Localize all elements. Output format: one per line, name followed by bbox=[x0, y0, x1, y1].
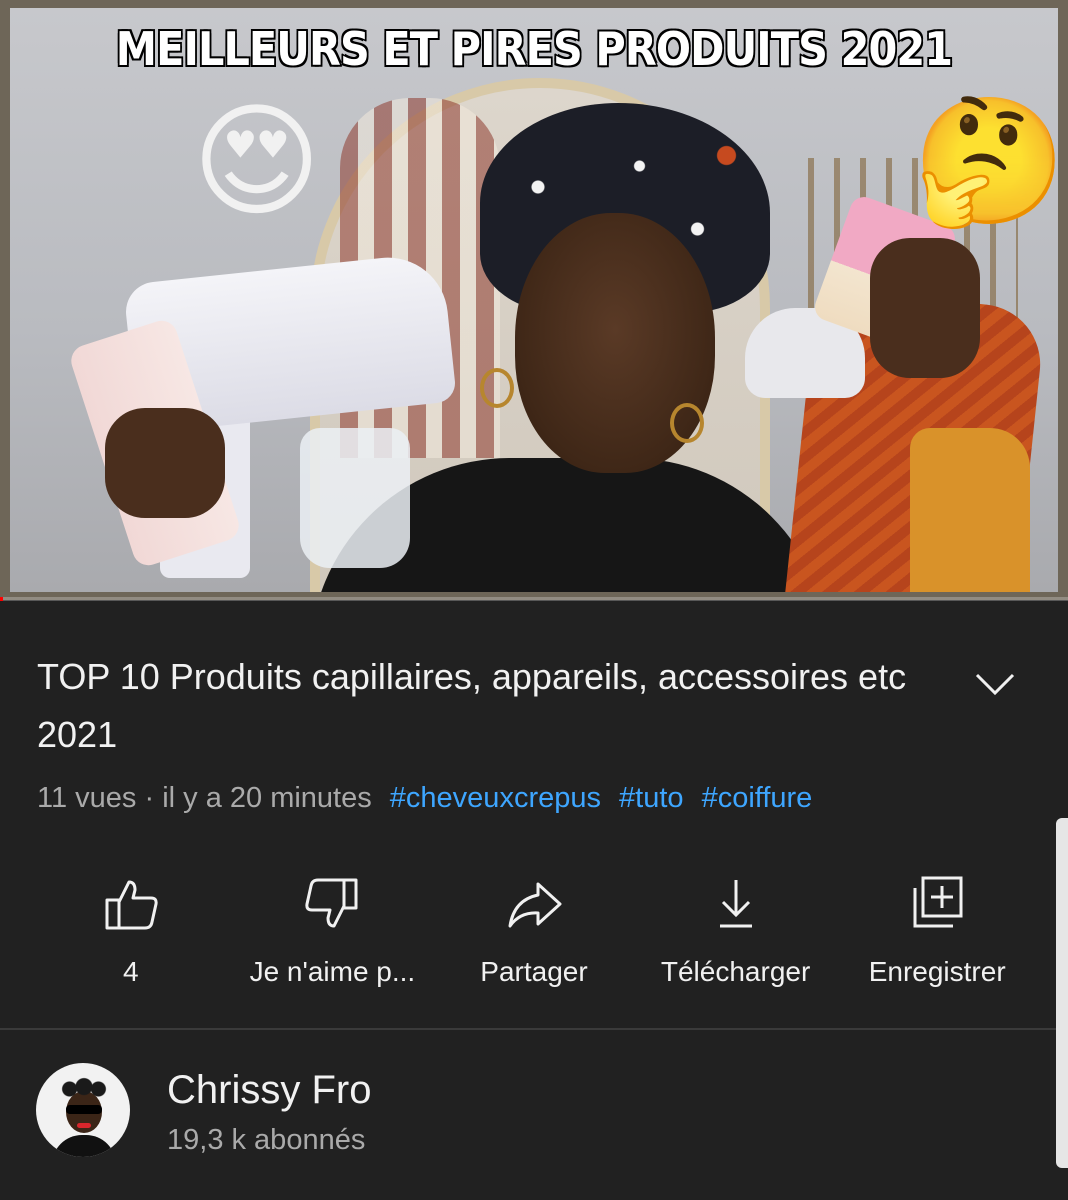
like-button[interactable]: 4 bbox=[30, 872, 232, 1002]
subscriber-count: 19,3 k abonnés bbox=[167, 1124, 366, 1156]
hashtag-link[interactable]: #tuto bbox=[619, 782, 684, 814]
expand-description-button[interactable] bbox=[970, 668, 1020, 704]
save-label: Enregistrer bbox=[868, 956, 1006, 987]
thumbnail-banner-text: MEILLEURS ET PIRES PRODUITS 2021 bbox=[114, 21, 954, 78]
thinking-face-emoji-icon: 🤔 bbox=[912, 90, 1067, 234]
scrollbar[interactable] bbox=[1056, 818, 1068, 1168]
thumbs-down-icon bbox=[300, 872, 364, 936]
chevron-down-icon bbox=[973, 670, 1017, 703]
share-label: Partager bbox=[480, 956, 588, 987]
youtube-watch-page: MEILLEURS ET PIRES PRODUITS 2021 😍 🤔 TOP… bbox=[0, 0, 1068, 1200]
video-meta: 11 vues · il y a 20 minutes #cheveuxcrep… bbox=[37, 782, 812, 815]
download-button[interactable]: Télécharger bbox=[635, 872, 837, 1002]
thumbs-up-icon bbox=[99, 872, 163, 936]
dislike-label: Je n'aime p... bbox=[249, 956, 416, 987]
views-and-date: 11 vues · il y a 20 minutes bbox=[37, 782, 372, 814]
like-count: 4 bbox=[123, 956, 139, 987]
video-progress-bar[interactable] bbox=[0, 597, 1068, 601]
channel-name[interactable]: Chrissy Fro bbox=[167, 1068, 371, 1113]
download-icon bbox=[704, 872, 768, 936]
video-title[interactable]: TOP 10 Produits capillaires, appareils, … bbox=[37, 648, 937, 764]
dislike-button[interactable]: Je n'aime p... bbox=[232, 872, 434, 1002]
playlist-add-icon bbox=[905, 872, 969, 936]
video-thumbnail bbox=[10, 8, 1058, 592]
save-button[interactable]: Enregistrer bbox=[836, 872, 1038, 1002]
share-button[interactable]: Partager bbox=[433, 872, 635, 1002]
video-progress-fill bbox=[0, 597, 4, 601]
channel-avatar[interactable] bbox=[36, 1063, 130, 1157]
download-label: Télécharger bbox=[660, 956, 811, 987]
heart-eyes-emoji-icon: 😍 bbox=[192, 90, 322, 234]
share-icon bbox=[502, 872, 566, 936]
hashtag-link[interactable]: #cheveuxcrepus bbox=[390, 782, 601, 814]
hashtag-link[interactable]: #coiffure bbox=[702, 782, 813, 814]
action-bar: 4 Je n'aime p... Partager Télécharger En… bbox=[30, 872, 1038, 1002]
video-player[interactable]: MEILLEURS ET PIRES PRODUITS 2021 😍 🤔 bbox=[0, 0, 1068, 600]
section-divider bbox=[0, 1028, 1068, 1030]
